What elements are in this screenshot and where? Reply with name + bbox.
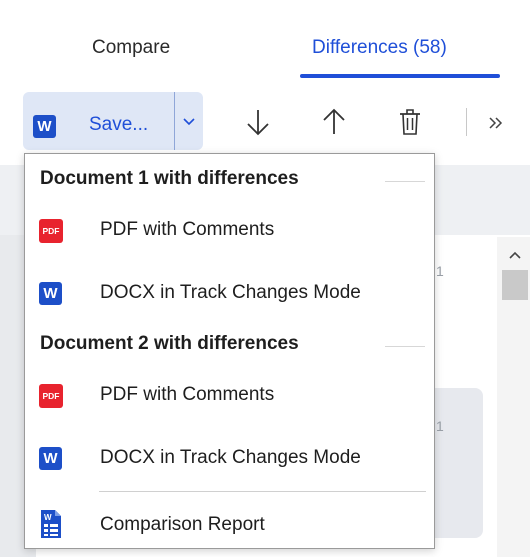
comparison-report-icon: W	[41, 510, 61, 538]
menu-separator	[99, 491, 426, 492]
tab-differences[interactable]: Differences (58)	[312, 36, 447, 60]
menu-item-doc2-pdf-with-comments[interactable]: PDF PDF with Comments	[26, 371, 434, 419]
save-button-label: Save...	[89, 114, 149, 135]
trash-icon	[400, 109, 420, 135]
scroll-up-button[interactable]	[500, 240, 530, 270]
toolbar-separator	[466, 108, 467, 136]
save-dropdown-menu: Document 1 with differences PDF PDF with…	[24, 153, 435, 549]
menu-item-label: DOCX in Track Changes Mode	[100, 282, 361, 303]
tab-bar: Compare Differences (58)	[0, 0, 530, 78]
svg-text:W: W	[44, 513, 52, 522]
pdf-icon: PDF	[39, 384, 63, 408]
menu-item-doc2-docx-track-changes[interactable]: W DOCX in Track Changes Mode	[26, 434, 434, 482]
chevron-down-icon	[182, 118, 195, 126]
previous-difference-button[interactable]	[317, 102, 351, 142]
word-icon: W	[39, 447, 62, 470]
next-difference-button[interactable]	[241, 102, 275, 142]
tab-compare[interactable]: Compare	[92, 36, 170, 60]
menu-item-doc1-pdf-with-comments[interactable]: PDF PDF with Comments	[26, 206, 434, 254]
more-button[interactable]	[479, 108, 513, 138]
menu-item-label: DOCX in Track Changes Mode	[100, 447, 361, 468]
background-text-fragment: 1	[436, 418, 444, 434]
word-icon: W	[33, 115, 56, 138]
menu-item-label: PDF with Comments	[100, 219, 275, 240]
menu-item-label: PDF with Comments	[100, 384, 275, 405]
pdf-icon: PDF	[39, 219, 63, 243]
background-text-fragment: 1	[436, 263, 444, 279]
arrow-up-icon	[323, 108, 345, 134]
section-header-document-1: Document 1 with differences	[40, 168, 299, 189]
arrow-down-icon	[247, 110, 269, 136]
menu-item-label: Comparison Report	[100, 514, 265, 535]
menu-item-doc1-docx-track-changes[interactable]: W DOCX in Track Changes Mode	[26, 269, 434, 317]
word-icon: W	[39, 282, 62, 305]
save-dropdown-button[interactable]	[174, 92, 203, 150]
section-header-document-2: Document 2 with differences	[40, 333, 299, 354]
menu-item-comparison-report[interactable]: W Comparison Report	[26, 501, 434, 549]
section-rule	[385, 346, 425, 347]
delete-button[interactable]	[393, 102, 427, 142]
scrollbar-thumb[interactable]	[502, 270, 528, 300]
section-rule	[385, 181, 425, 182]
chevron-up-icon	[509, 251, 521, 259]
double-chevron-right-icon	[489, 117, 503, 129]
